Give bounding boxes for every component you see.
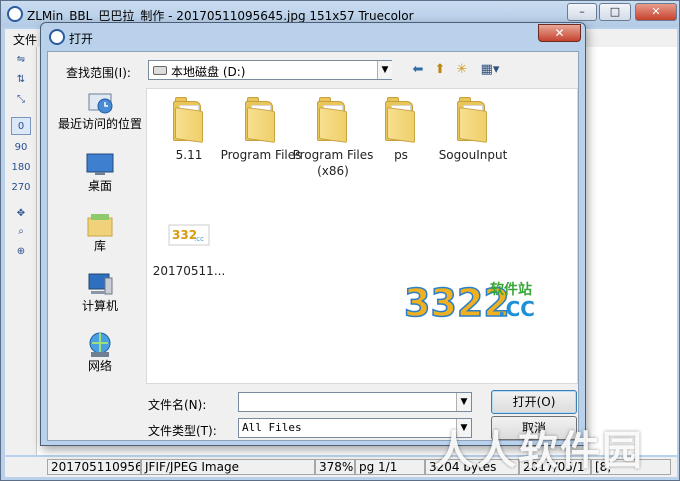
- drive-icon: [153, 66, 167, 75]
- view-menu-icon[interactable]: ▦▾: [476, 61, 504, 79]
- place-network-label: 网络: [87, 359, 112, 373]
- place-recent[interactable]: 最近访问的位置: [56, 88, 144, 148]
- filename-input[interactable]: ▼: [238, 392, 472, 412]
- dialog-app-icon: [49, 29, 65, 45]
- status-zoom: 378%: [315, 459, 355, 475]
- look-in-value: 本地磁盘 (D:): [171, 65, 246, 79]
- rotate-0-button[interactable]: 0: [11, 117, 31, 135]
- folder-icon: [237, 95, 285, 143]
- place-desktop-label: 桌面: [87, 179, 112, 193]
- place-libraries-label: 库: [93, 239, 106, 253]
- app-icon: [7, 6, 23, 22]
- place-computer[interactable]: 计算机: [56, 270, 144, 330]
- filetype-value: All Files: [242, 421, 302, 434]
- file-item[interactable]: 332 .cc 20170511...: [147, 207, 231, 303]
- rotate-90-button[interactable]: 90: [11, 139, 31, 157]
- left-toolbar: ⇋ ⇅ ⤡ 0 90 180 270 ✥ ⌕ ⊕: [5, 47, 37, 455]
- flip-v-icon[interactable]: ⇅: [11, 71, 31, 89]
- minimize-button[interactable]: –: [567, 3, 597, 21]
- new-folder-icon[interactable]: ✳: [452, 61, 472, 79]
- svg-text:.CC: .CC: [498, 297, 535, 321]
- folder-icon: [309, 95, 357, 143]
- chevron-down-icon[interactable]: ▼: [456, 393, 471, 411]
- place-libraries[interactable]: 库: [56, 210, 144, 270]
- status-format: JFIF/JPEG Image: [141, 459, 315, 475]
- rotate-180-label: 180: [11, 162, 31, 173]
- file-item[interactable]: SogouInput: [431, 91, 515, 187]
- dialog-body: 查找范围(I): 本地磁盘 (D:) ▼ ⬅ ⬆ ✳ ▦▾ 最近访问的位置 桌面…: [47, 51, 579, 441]
- open-dialog: 打开 ✕ 查找范围(I): 本地磁盘 (D:) ▼ ⬅ ⬆ ✳ ▦▾ 最近访问的…: [40, 22, 586, 446]
- place-network[interactable]: 网络: [56, 330, 144, 390]
- filetype-label: 文件类型(T):: [148, 424, 217, 438]
- computer-icon: [88, 273, 113, 295]
- up-folder-icon[interactable]: ⬆: [430, 61, 450, 79]
- dialog-close-button[interactable]: ✕: [538, 24, 581, 42]
- zoom-icon[interactable]: ⌕: [11, 223, 31, 241]
- file-list: 5.11 Program Files Program Files (x86) p…: [146, 88, 578, 384]
- rotate-90-label: 90: [14, 142, 28, 153]
- dialog-title: 打开: [69, 32, 94, 46]
- back-icon[interactable]: ⬅: [408, 61, 428, 79]
- libraries-icon: [87, 214, 113, 237]
- folder-icon: [377, 95, 425, 143]
- look-in-label: 查找范围(I):: [66, 66, 131, 80]
- flip-both-icon[interactable]: ⤡: [11, 91, 31, 109]
- dialog-title-bar: 打开 ✕: [41, 23, 585, 51]
- maximize-button[interactable]: □: [599, 3, 631, 21]
- zoom-fit-icon[interactable]: ⊕: [11, 243, 31, 261]
- look-in-dropdown[interactable]: 本地磁盘 (D:) ▼: [148, 60, 392, 80]
- rotate-0-label: 0: [17, 121, 25, 132]
- file-item-label: 20170511...: [152, 264, 226, 278]
- place-desktop[interactable]: 桌面: [56, 150, 144, 210]
- rotate-180-button[interactable]: 180: [11, 159, 31, 177]
- rotate-270-label: 270: [11, 182, 31, 193]
- desktop-icon: [86, 153, 114, 175]
- status-filename: 20170511095645: [47, 459, 141, 475]
- place-computer-label: 计算机: [81, 299, 118, 313]
- place-recent-label: 最近访问的位置: [57, 117, 142, 131]
- places-bar: 最近访问的位置 桌面 库 计算机 网络: [56, 88, 144, 388]
- app-close-button[interactable]: ✕: [635, 3, 677, 21]
- recent-places-icon: [88, 93, 113, 114]
- network-icon: [89, 332, 111, 357]
- menu-file[interactable]: 文件: [13, 31, 37, 48]
- svg-text:.cc: .cc: [194, 235, 204, 243]
- file-item-label: SogouInput: [438, 148, 508, 162]
- rotate-270-button[interactable]: 270: [11, 179, 31, 197]
- move-icon[interactable]: ✥: [11, 205, 31, 223]
- folder-icon: [165, 95, 213, 143]
- open-button[interactable]: 打开(O): [491, 390, 577, 414]
- folder-icon: [449, 95, 497, 143]
- status-page: pg 1/1: [355, 459, 425, 475]
- chevron-down-icon[interactable]: ▼: [377, 61, 392, 79]
- flip-h-icon[interactable]: ⇋: [11, 51, 31, 69]
- watermark-logo: 3322 软件站 .CC: [403, 280, 535, 326]
- image-file-icon: 332.cc: [168, 224, 210, 246]
- svg-text:软件站: 软件站: [490, 281, 532, 298]
- watermark-text: 人人软件园: [434, 428, 644, 474]
- filename-label: 文件名(N):: [148, 398, 207, 412]
